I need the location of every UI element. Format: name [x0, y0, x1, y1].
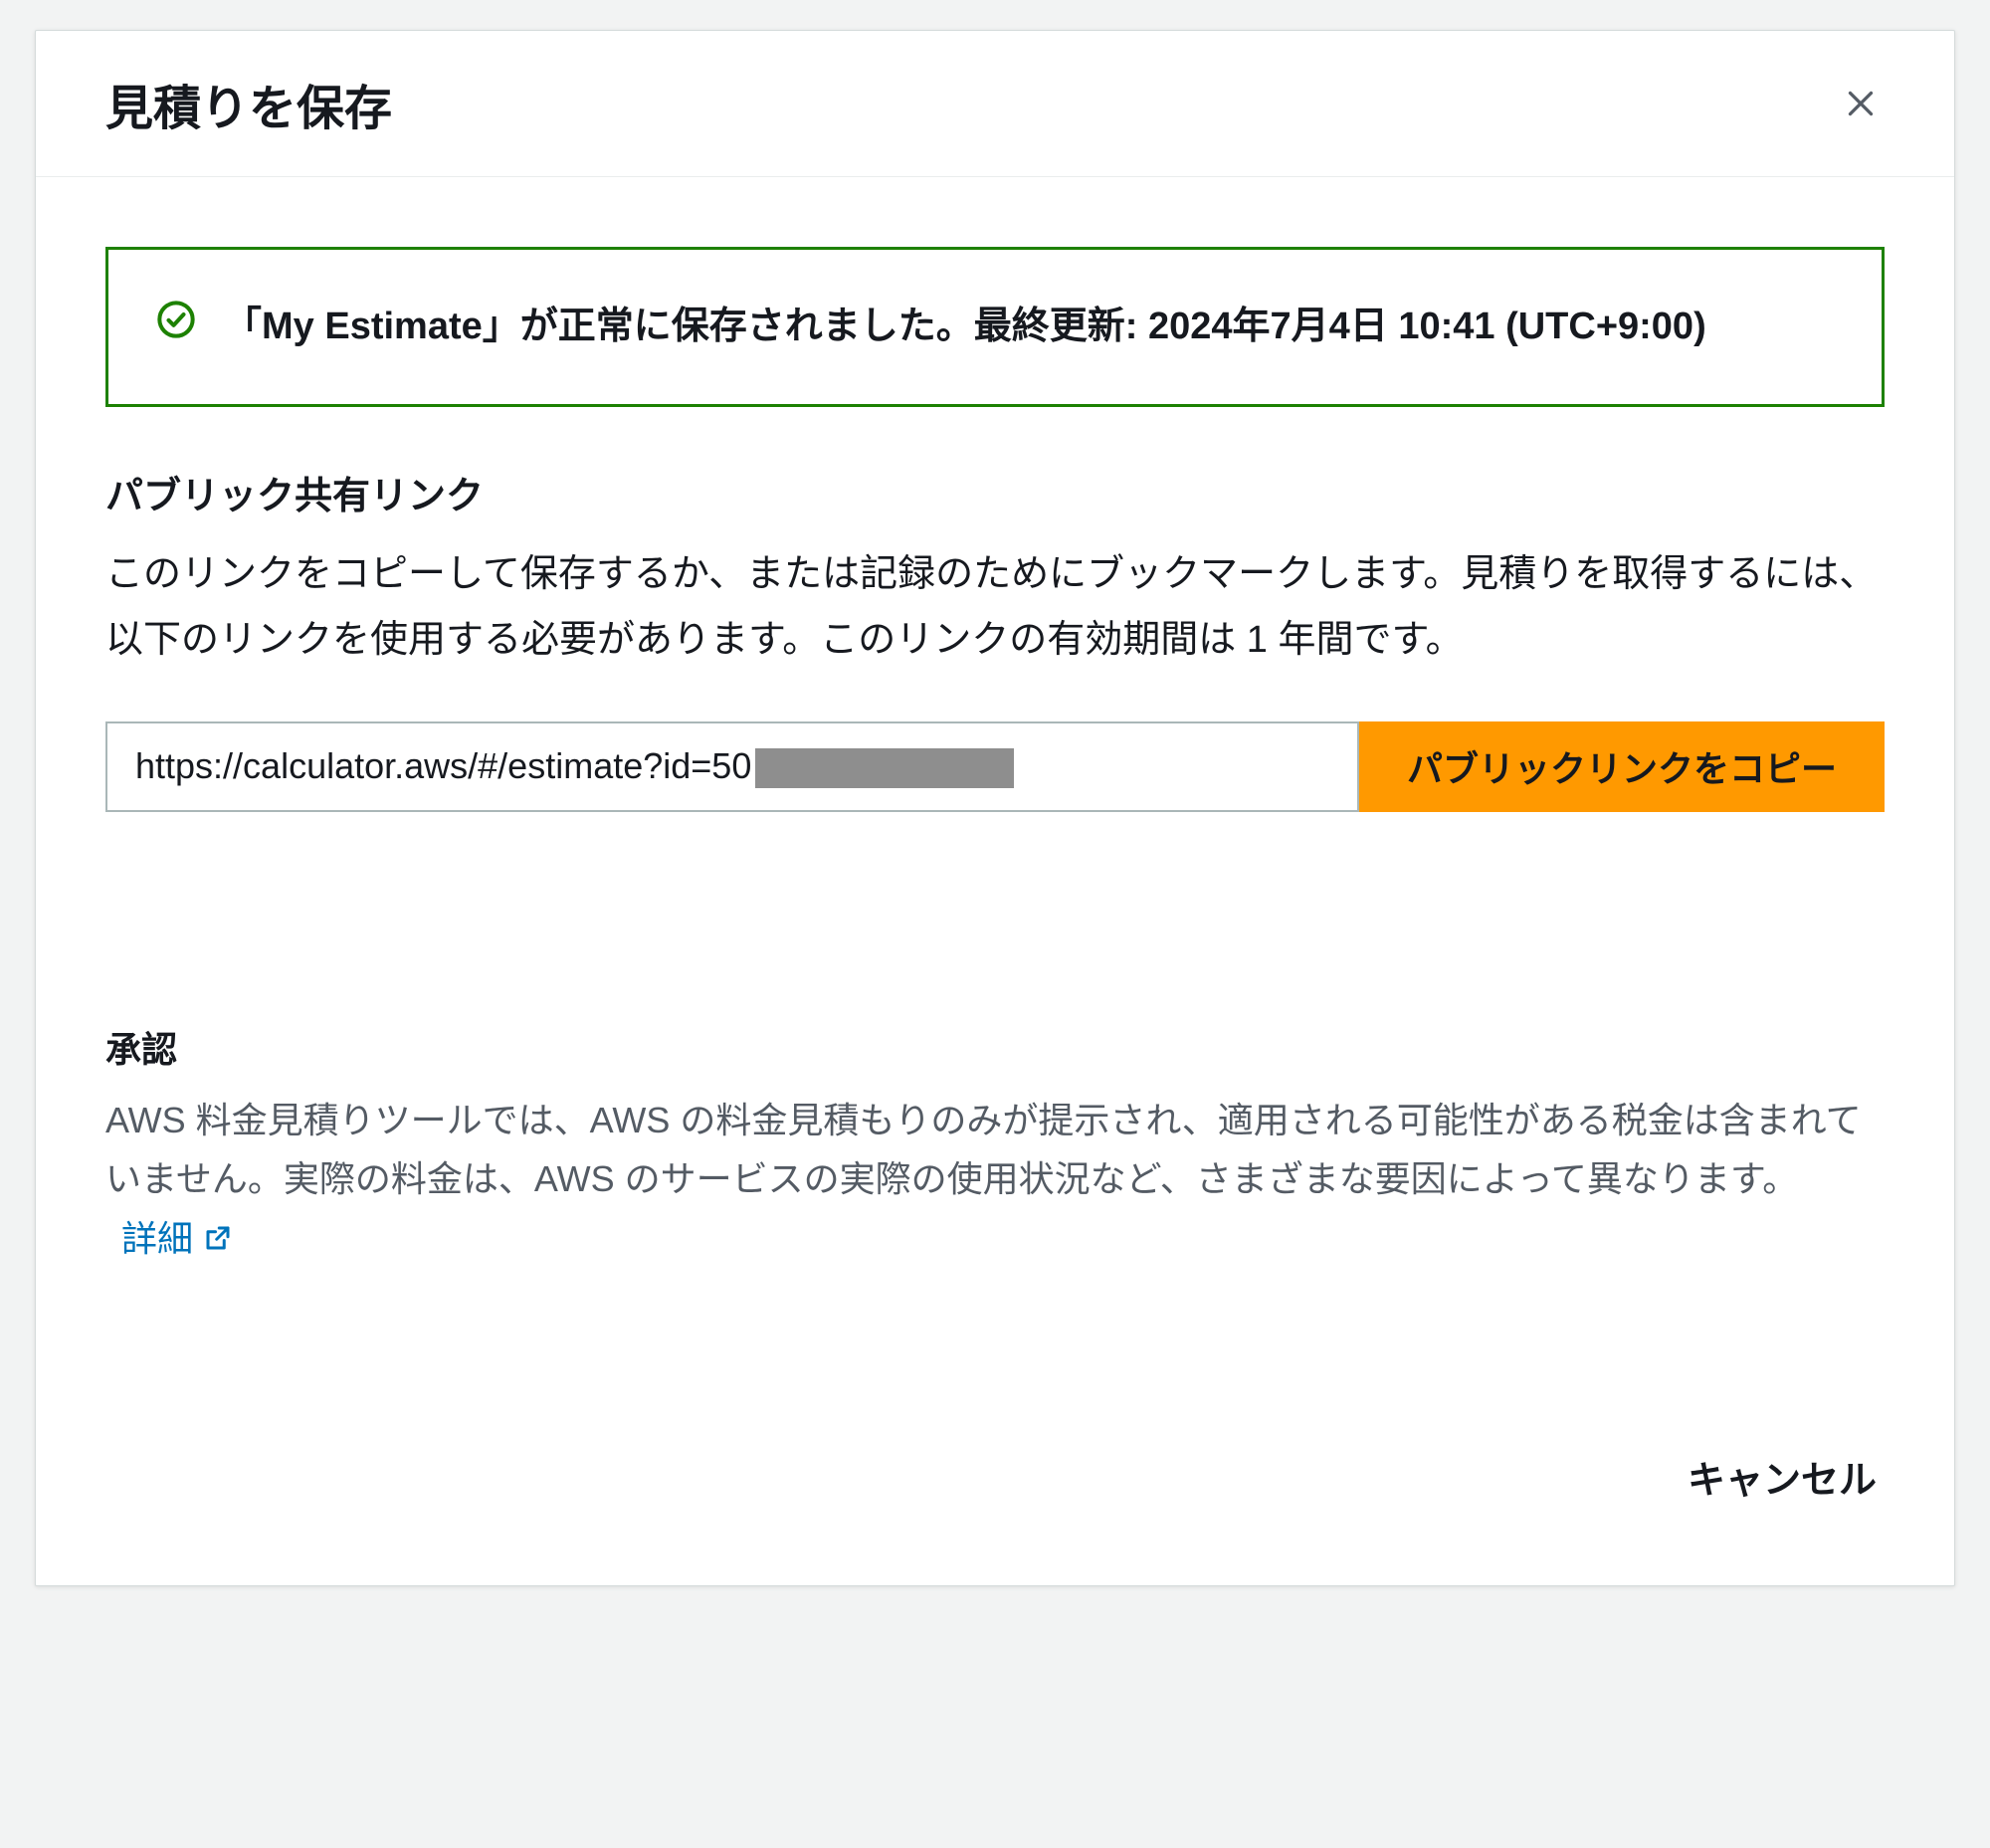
- redacted-url-segment: [755, 748, 1014, 788]
- acknowledgement-section: 承認 AWS 料金見積りツールでは、AWS の料金見積もりのみが提示され、適用さ…: [105, 1021, 1885, 1268]
- share-link-section: パブリック共有リンク このリンクをコピーして保存するか、または記録のためにブック…: [105, 465, 1885, 812]
- close-button[interactable]: [1837, 80, 1885, 127]
- detail-link[interactable]: 詳細: [121, 1209, 233, 1268]
- share-link-row: https://calculator.aws/#/estimate?id=50 …: [105, 721, 1885, 812]
- external-link-icon: [203, 1223, 233, 1253]
- success-alert: 「My Estimate」が正常に保存されました。最終更新: 2024年7月4日…: [105, 247, 1885, 407]
- dialog-footer: キャンセル: [36, 1437, 1954, 1585]
- ack-text: AWS 料金見積りツールでは、AWS の料金見積もりのみが提示され、適用される可…: [105, 1091, 1885, 1268]
- close-icon: [1843, 86, 1879, 121]
- dialog-title: 見積りを保存: [105, 69, 392, 138]
- dialog-body: 「My Estimate」が正常に保存されました。最終更新: 2024年7月4日…: [36, 177, 1954, 1308]
- ack-body-text: AWS 料金見積りツールでは、AWS の料金見積もりのみが提示され、適用される可…: [105, 1100, 1862, 1199]
- share-description: このリンクをコピーして保存するか、または記録のためにブックマークします。見積りを…: [105, 541, 1885, 674]
- cancel-button[interactable]: キャンセル: [1680, 1437, 1885, 1516]
- detail-link-label: 詳細: [121, 1209, 193, 1268]
- ack-heading: 承認: [105, 1021, 1885, 1073]
- share-url-input[interactable]: https://calculator.aws/#/estimate?id=50: [105, 721, 1359, 812]
- dialog-header: 見積りを保存: [36, 31, 1954, 177]
- share-url-text: https://calculator.aws/#/estimate?id=50: [135, 745, 751, 787]
- share-heading: パブリック共有リンク: [105, 465, 1885, 519]
- check-circle-icon: [156, 300, 196, 344]
- copy-link-button[interactable]: パブリックリンクをコピー: [1359, 721, 1885, 812]
- alert-message: 「My Estimate」が正常に保存されました。最終更新: 2024年7月4日…: [224, 294, 1706, 360]
- save-estimate-dialog: 見積りを保存 「My Estimate」が正常に保存されました。最終更新: 20…: [35, 30, 1955, 1586]
